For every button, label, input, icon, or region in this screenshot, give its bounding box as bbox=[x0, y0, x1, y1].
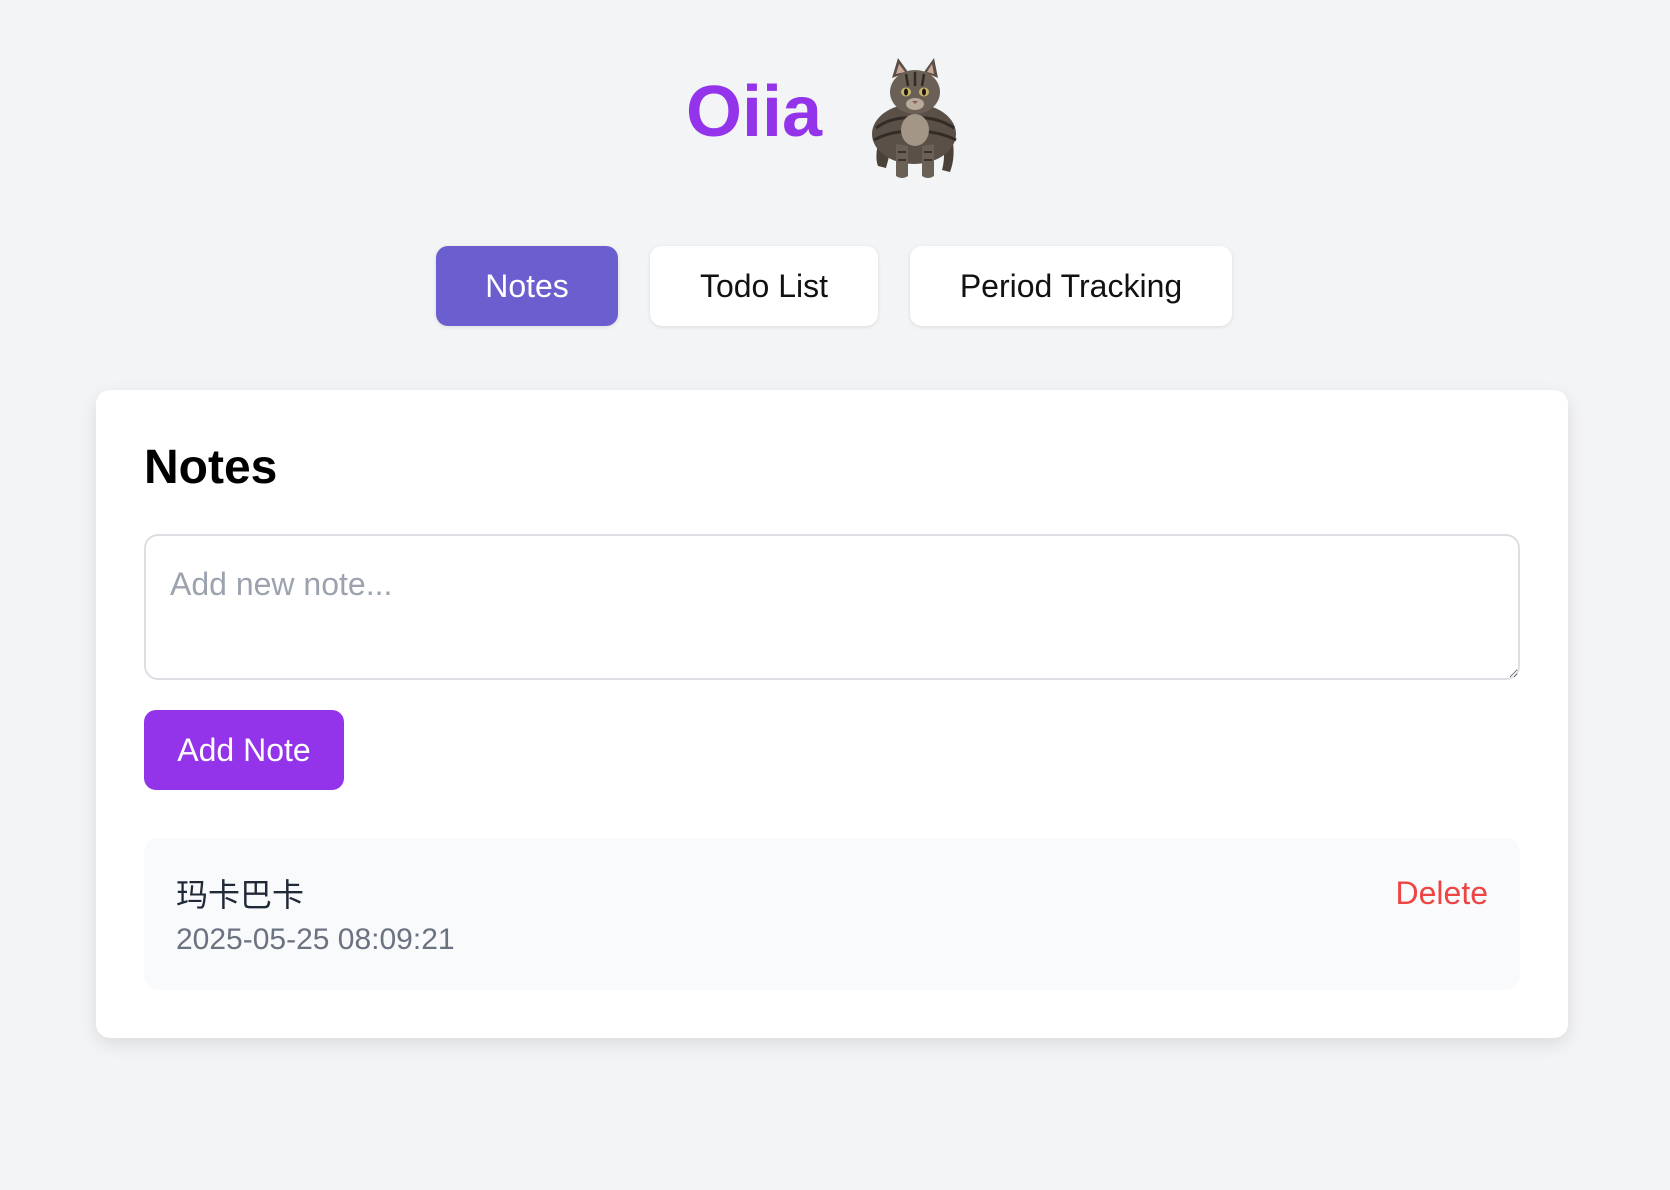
tab-notes[interactable]: Notes bbox=[436, 246, 618, 326]
app-header: Oiia bbox=[0, 48, 1670, 188]
notes-card: Notes Add Note 玛卡巴卡 2025-05-25 08:09:21 … bbox=[96, 390, 1568, 1038]
delete-button[interactable]: Delete bbox=[1396, 874, 1489, 912]
note-content: 玛卡巴卡 bbox=[176, 877, 305, 913]
tab-bar: Notes Todo List Period Tracking bbox=[0, 246, 1670, 326]
tab-todo-list[interactable]: Todo List bbox=[650, 246, 878, 326]
note-timestamp: 2025-05-25 08:09:21 bbox=[176, 923, 455, 956]
app-title: Oiia bbox=[686, 72, 823, 152]
cat-icon bbox=[862, 56, 966, 182]
tab-period-tracking[interactable]: Period Tracking bbox=[910, 246, 1232, 326]
section-title: Notes bbox=[144, 441, 278, 494]
note-input[interactable] bbox=[144, 534, 1520, 680]
note-item: 玛卡巴卡 2025-05-25 08:09:21 Delete bbox=[144, 838, 1520, 990]
add-note-button[interactable]: Add Note bbox=[144, 710, 344, 790]
